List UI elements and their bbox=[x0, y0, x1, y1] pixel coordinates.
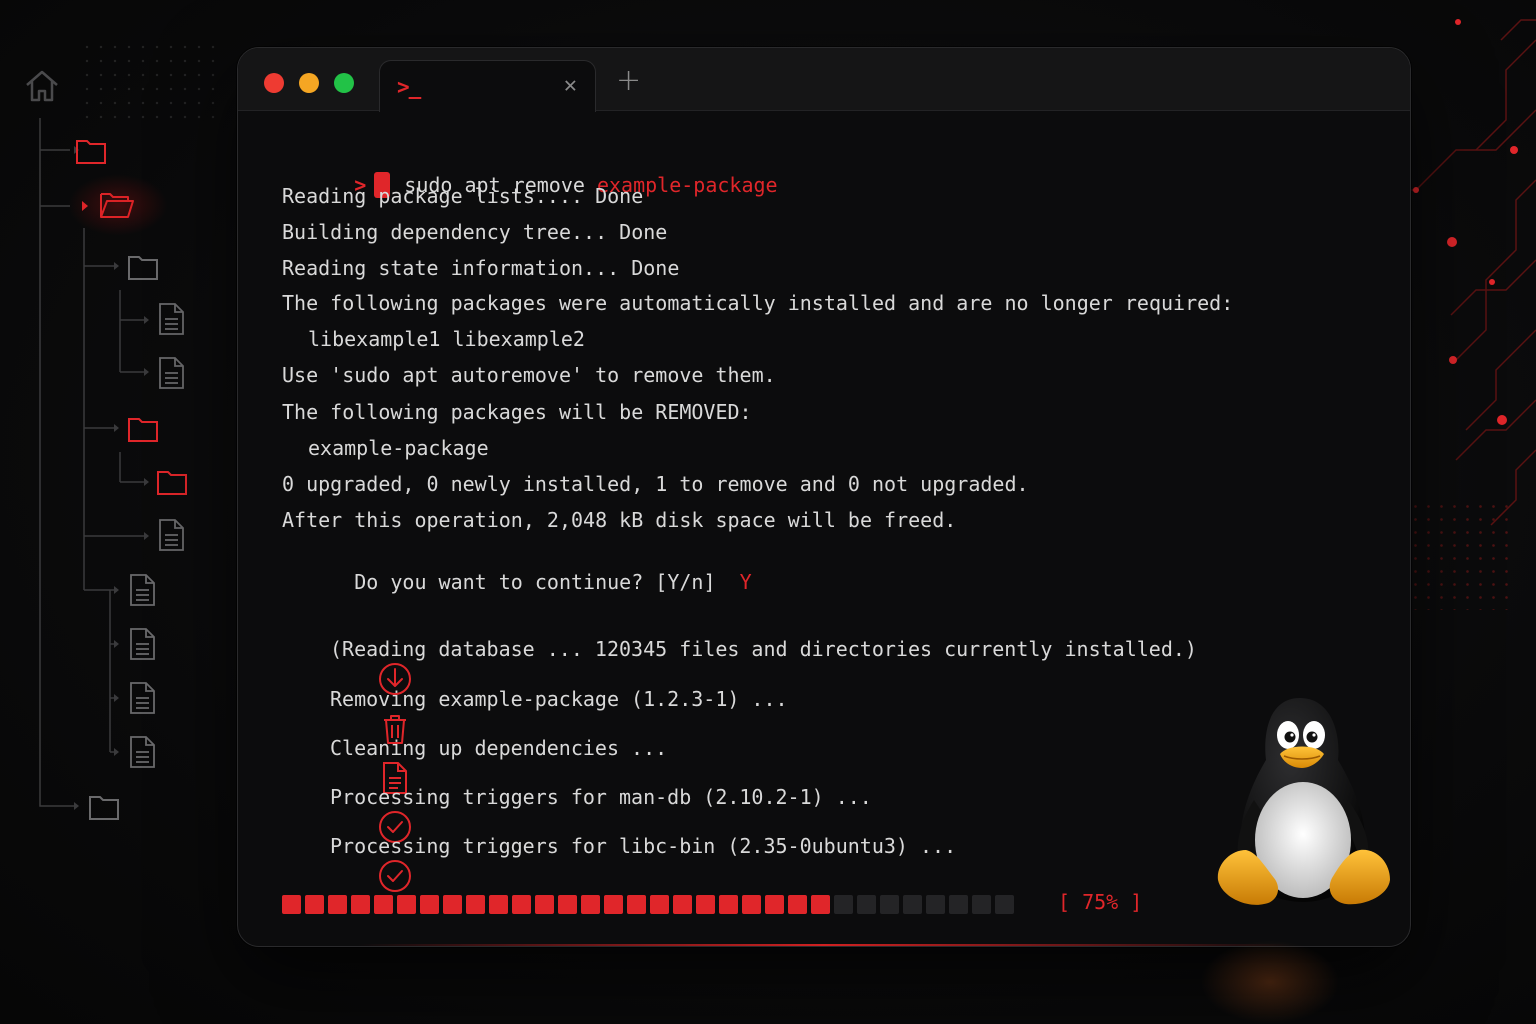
tree-connector-lines bbox=[39, 118, 149, 810]
output-line: example-package bbox=[308, 436, 489, 460]
maximize-window-button[interactable] bbox=[334, 73, 354, 93]
progress-segment-filled bbox=[489, 895, 508, 914]
step-text: Processing triggers for libc-bin (2.35-0… bbox=[330, 834, 957, 858]
continue-question: Do you want to continue? [Y/n] bbox=[354, 570, 716, 594]
output-line: The following packages were automaticall… bbox=[282, 291, 1234, 315]
user-answer: Y bbox=[739, 570, 752, 594]
tab-terminal[interactable]: >_ ✕ bbox=[379, 60, 596, 112]
output-line: Building dependency tree... Done bbox=[282, 220, 668, 244]
output-line: The following packages will be REMOVED: bbox=[282, 400, 752, 424]
tux-penguin-mascot bbox=[1208, 690, 1398, 920]
folder-icon[interactable] bbox=[155, 465, 189, 499]
folder-icon[interactable] bbox=[126, 250, 160, 284]
output-line: Reading package lists.... Done bbox=[282, 184, 644, 208]
progress-segment-filled bbox=[443, 895, 462, 914]
close-window-button[interactable] bbox=[264, 73, 284, 93]
folder-open-icon[interactable] bbox=[68, 174, 168, 236]
output-line: Reading state information... Done bbox=[282, 256, 680, 280]
progress-segment-filled bbox=[696, 895, 715, 914]
progress-segment-filled bbox=[420, 895, 439, 914]
progress-segment-filled bbox=[788, 895, 807, 914]
home-icon[interactable] bbox=[22, 66, 62, 106]
progress-segment-empty bbox=[857, 895, 876, 914]
folder-icon[interactable] bbox=[87, 790, 121, 824]
trash-icon bbox=[282, 682, 407, 744]
progress-segment-filled bbox=[719, 895, 738, 914]
file-icon[interactable] bbox=[155, 518, 189, 552]
step-text: Cleaning up dependencies ... bbox=[330, 736, 668, 760]
progress-segment-empty bbox=[949, 895, 968, 914]
file-tree bbox=[0, 0, 230, 1024]
title-bar: >_ ✕ + bbox=[238, 48, 1410, 112]
progress-segment-filled bbox=[581, 895, 600, 914]
progress-segment-empty bbox=[972, 895, 991, 914]
progress-segment-empty bbox=[995, 895, 1014, 914]
progress-segment-filled bbox=[305, 895, 324, 914]
file-icon[interactable] bbox=[126, 627, 160, 661]
step-text: Processing triggers for man-db (2.10.2-1… bbox=[330, 785, 872, 809]
file-icon[interactable] bbox=[126, 573, 160, 607]
output-line: 0 upgraded, 0 newly installed, 1 to remo… bbox=[282, 472, 1029, 496]
progress-segment-filled bbox=[397, 895, 416, 914]
progress-segment-filled bbox=[466, 895, 485, 914]
continue-prompt: Do you want to continue? [Y/n] Y bbox=[282, 543, 752, 621]
close-icon[interactable]: ✕ bbox=[564, 73, 577, 98]
file-icon[interactable] bbox=[155, 356, 189, 390]
download-icon bbox=[282, 632, 412, 695]
progress-segment-filled bbox=[558, 895, 577, 914]
new-prompt-line: > bbox=[282, 944, 418, 946]
dot-grid-decoration bbox=[1396, 500, 1516, 610]
progress-segment-empty bbox=[834, 895, 853, 914]
progress-segment-filled bbox=[328, 895, 347, 914]
progress-percent: [ 75% ] bbox=[1058, 890, 1143, 914]
file-icon[interactable] bbox=[126, 681, 160, 715]
step-text: Removing example-package (1.2.3-1) ... bbox=[330, 687, 788, 711]
progress-segment-empty bbox=[880, 895, 899, 914]
output-line: After this operation, 2,048 kB disk spac… bbox=[282, 508, 957, 532]
progress-segment-empty bbox=[903, 895, 922, 914]
progress-segment-empty bbox=[926, 895, 945, 914]
progress-segment-filled bbox=[765, 895, 784, 914]
output-line: libexample1 libexample2 bbox=[308, 327, 585, 351]
minimize-window-button[interactable] bbox=[299, 73, 319, 93]
check-circle-icon bbox=[282, 780, 412, 843]
folder-icon[interactable] bbox=[126, 412, 160, 446]
progress-segment-filled bbox=[811, 895, 830, 914]
circuit-decoration bbox=[1396, 0, 1536, 1024]
step-row: Processing triggers for libc-bin (2.35-0… bbox=[282, 829, 956, 946]
document-icon bbox=[282, 731, 408, 794]
file-icon[interactable] bbox=[126, 735, 160, 769]
check-circle-icon bbox=[282, 829, 412, 892]
floor-glow bbox=[1200, 940, 1340, 1024]
folder-icon[interactable] bbox=[74, 134, 108, 168]
progress-segment-filled bbox=[673, 895, 692, 914]
output-line: Use 'sudo apt autoremove' to remove them… bbox=[282, 363, 776, 387]
progress-segment-filled bbox=[351, 895, 370, 914]
progress-segment-filled bbox=[742, 895, 761, 914]
progress-segment-filled bbox=[650, 895, 669, 914]
progress-segment-filled bbox=[535, 895, 554, 914]
progress-segment-filled bbox=[627, 895, 646, 914]
progress-segment-filled bbox=[282, 895, 301, 914]
step-text: (Reading database ... 120345 files and d… bbox=[330, 637, 1197, 661]
progress-segment-filled bbox=[604, 895, 623, 914]
progress-segment-filled bbox=[374, 895, 393, 914]
new-tab-button[interactable]: + bbox=[616, 66, 641, 96]
terminal-prompt-icon: >_ bbox=[397, 75, 421, 99]
file-icon[interactable] bbox=[155, 302, 189, 336]
progress-segment-filled bbox=[512, 895, 531, 914]
